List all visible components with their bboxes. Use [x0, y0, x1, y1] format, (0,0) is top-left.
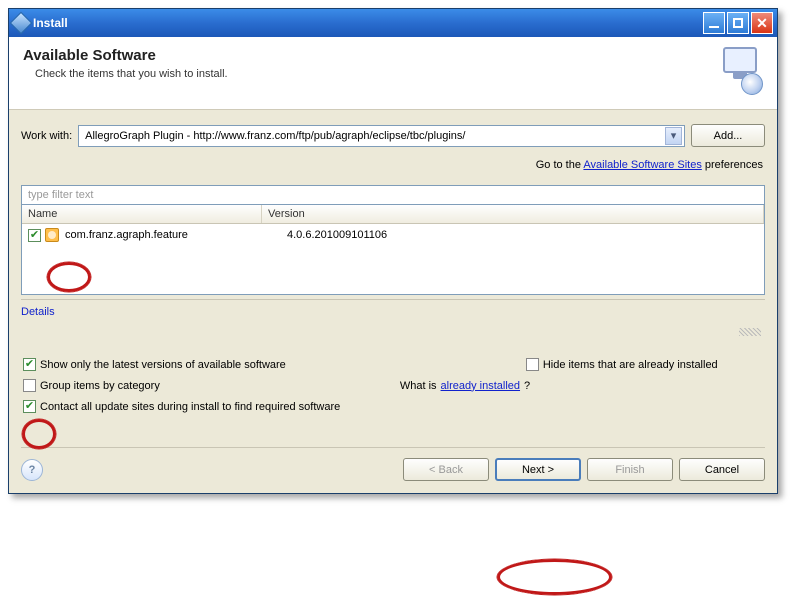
back-button[interactable]: < Back — [403, 458, 489, 481]
work-with-combo[interactable]: ▾ — [78, 125, 685, 147]
table-row[interactable]: ✔ com.franz.agraph.feature 4.0.6.2010091… — [22, 224, 764, 246]
help-icon[interactable]: ? — [21, 459, 43, 481]
column-version[interactable]: Version — [262, 205, 764, 223]
contact-all-label: Contact all update sites during install … — [40, 401, 340, 413]
contact-all-checkbox[interactable]: ✔ — [23, 400, 36, 413]
row-version: 4.0.6.201009101106 — [287, 229, 758, 241]
minimize-button[interactable] — [703, 12, 725, 34]
annotation-circle — [497, 559, 612, 595]
options-group: ✔ Show only the latest versions of avail… — [21, 346, 765, 419]
install-icon — [715, 47, 763, 95]
work-with-input[interactable] — [83, 127, 665, 145]
chevron-down-icon[interactable]: ▾ — [665, 127, 682, 145]
page-title: Available Software — [23, 47, 228, 64]
app-icon — [10, 12, 33, 35]
details-heading: Details — [21, 299, 765, 318]
wizard-header: Available Software Check the items that … — [9, 37, 777, 110]
column-name[interactable]: Name — [22, 205, 262, 223]
group-category-label: Group items by category — [40, 380, 160, 392]
page-subtitle: Check the items that you wish to install… — [35, 68, 228, 80]
already-installed-link[interactable]: already installed — [441, 380, 521, 392]
resize-grip-icon[interactable] — [739, 328, 761, 336]
close-button[interactable]: ✕ — [751, 12, 773, 34]
details-panel — [21, 318, 765, 346]
group-category-checkbox[interactable] — [23, 379, 36, 392]
titlebar[interactable]: Install ✕ — [9, 9, 777, 37]
work-with-row: Work with: ▾ Add... — [21, 120, 765, 153]
feature-icon — [45, 228, 59, 242]
add-button[interactable]: Add... — [691, 124, 765, 147]
maximize-button[interactable] — [727, 12, 749, 34]
install-window: Install ✕ Available Software Check the i… — [8, 8, 778, 494]
row-name: com.franz.agraph.feature — [63, 229, 283, 241]
show-latest-label: Show only the latest versions of availab… — [40, 359, 286, 371]
show-latest-checkbox[interactable]: ✔ — [23, 358, 36, 371]
window-controls: ✕ — [703, 12, 773, 34]
work-with-label: Work with: — [21, 130, 72, 142]
hide-installed-checkbox[interactable] — [526, 358, 539, 371]
software-table: Name Version ✔ com.franz.agraph.feature … — [21, 205, 765, 295]
cancel-button[interactable]: Cancel — [679, 458, 765, 481]
window-title: Install — [33, 16, 68, 30]
wizard-buttons: < Back Next > Finish Cancel — [403, 458, 765, 481]
table-header: Name Version — [22, 205, 764, 224]
hide-installed-label: Hide items that are already installed — [543, 359, 718, 371]
available-software-sites-link[interactable]: Available Software Sites — [583, 159, 701, 171]
site-preferences-hint: Go to the Available Software Sites prefe… — [21, 153, 765, 179]
wizard-footer: ? < Back Next > Finish Cancel — [21, 447, 765, 481]
filter-input[interactable]: type filter text — [21, 185, 765, 205]
row-checkbox[interactable]: ✔ — [28, 229, 41, 242]
next-button[interactable]: Next > — [495, 458, 581, 481]
wizard-content: Work with: ▾ Add... Go to the Available … — [9, 110, 777, 493]
finish-button[interactable]: Finish — [587, 458, 673, 481]
